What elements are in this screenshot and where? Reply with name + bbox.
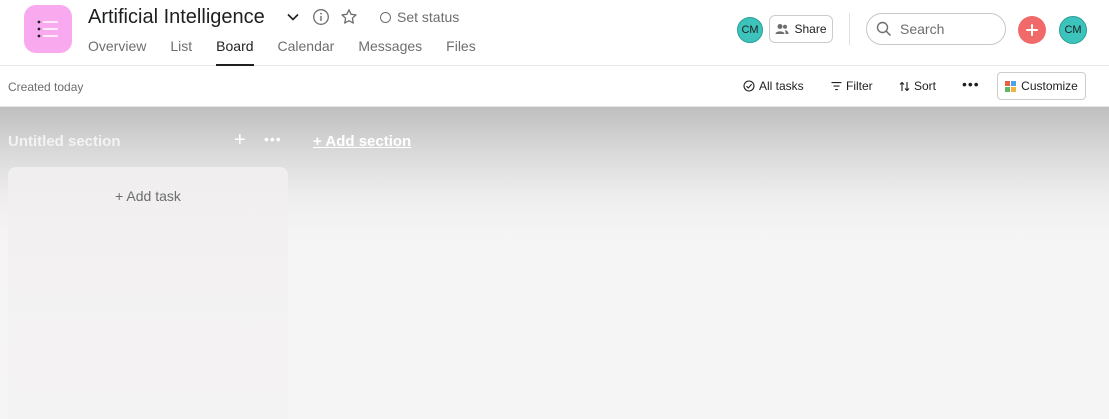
customize-grid-icon xyxy=(1005,80,1017,92)
board-column: + Add task xyxy=(8,167,288,419)
filter-label: Filter xyxy=(846,79,873,93)
check-circle-icon xyxy=(743,80,755,92)
tab-files[interactable]: Files xyxy=(446,38,476,66)
people-icon xyxy=(775,24,789,34)
status-circle-icon xyxy=(380,11,391,23)
add-task-button[interactable]: + Add task xyxy=(8,188,288,204)
tab-board[interactable]: Board xyxy=(216,38,254,66)
set-status-label: Set status xyxy=(397,9,460,25)
project-header: Artificial Intelligence Set status Overv… xyxy=(0,0,1109,66)
plus-icon xyxy=(1026,24,1038,36)
add-section-button[interactable]: + Add section xyxy=(313,133,411,150)
user-avatar[interactable]: CM xyxy=(1059,16,1087,44)
customize-button[interactable]: Customize xyxy=(997,72,1086,100)
board-canvas: Untitled section + ••• + Add section + A… xyxy=(0,107,1109,419)
global-add-button[interactable] xyxy=(1018,16,1046,44)
project-tabs: Overview List Board Calendar Messages Fi… xyxy=(88,38,500,66)
created-label: Created today xyxy=(8,80,84,94)
project-list-icon[interactable] xyxy=(24,5,72,53)
search-input[interactable]: Search xyxy=(866,13,1006,45)
sort-icon xyxy=(899,81,910,91)
filter-button[interactable]: Filter xyxy=(831,79,873,93)
share-button[interactable]: Share xyxy=(769,15,833,43)
tab-messages[interactable]: Messages xyxy=(358,38,422,66)
all-tasks-button[interactable]: All tasks xyxy=(743,79,804,93)
section-more-icon[interactable]: ••• xyxy=(264,131,282,147)
chevron-down-icon[interactable] xyxy=(284,8,302,26)
sort-label: Sort xyxy=(914,79,937,93)
tab-overview[interactable]: Overview xyxy=(88,38,146,66)
tab-calendar[interactable]: Calendar xyxy=(278,38,335,66)
tab-list[interactable]: List xyxy=(170,38,192,66)
member-avatar[interactable]: CM xyxy=(737,17,763,43)
star-icon[interactable] xyxy=(340,8,358,26)
share-label: Share xyxy=(794,22,827,36)
section-add-task-icon[interactable]: + xyxy=(234,129,246,152)
info-icon[interactable] xyxy=(312,8,330,26)
board-toolbar: Created today All tasks Filter Sort ••• xyxy=(0,66,1109,107)
filter-icon xyxy=(831,82,842,91)
header-divider xyxy=(849,13,850,45)
search-icon xyxy=(876,21,892,37)
project-title[interactable]: Artificial Intelligence xyxy=(88,6,265,29)
customize-label: Customize xyxy=(1021,79,1078,93)
search-placeholder: Search xyxy=(900,21,945,37)
more-icon[interactable]: ••• xyxy=(962,76,980,92)
sort-button[interactable]: Sort xyxy=(899,79,936,93)
all-tasks-label: All tasks xyxy=(759,79,804,93)
set-status-button[interactable]: Set status xyxy=(380,9,459,25)
section-title[interactable]: Untitled section xyxy=(8,133,121,150)
